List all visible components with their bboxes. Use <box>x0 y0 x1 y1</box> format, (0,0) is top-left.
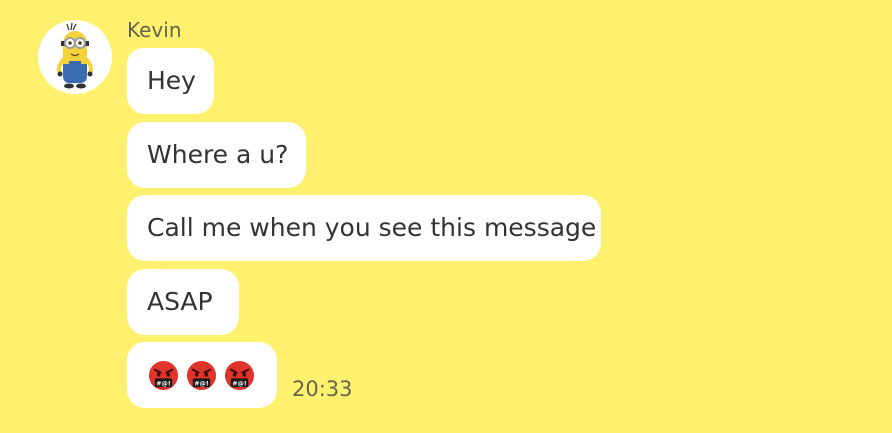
cursing-face-emoji-icon: #@! <box>148 360 179 390</box>
message-text: Call me when you see this message <box>147 213 597 242</box>
message-text: ASAP <box>147 287 213 316</box>
svg-text:#@!: #@! <box>194 379 208 387</box>
message-bubble[interactable]: Where a u? <box>127 122 306 188</box>
message-text: Where a u? <box>147 140 289 169</box>
svg-text:#@!: #@! <box>232 379 246 387</box>
sender-avatar[interactable] <box>38 20 112 94</box>
emoji-message-bubble[interactable]: #@! #@! #@! <box>127 342 277 408</box>
minion-avatar-icon <box>38 20 112 94</box>
cursing-face-emoji-icon: #@! <box>186 360 217 390</box>
message-timestamp: 20:33 <box>292 377 353 401</box>
message-bubble[interactable]: ASAP <box>127 269 239 335</box>
message-bubble[interactable]: Call me when you see this message <box>127 195 601 261</box>
message-text: Hey <box>147 66 196 95</box>
sender-name: Kevin <box>127 18 182 42</box>
message-bubble[interactable]: Hey <box>127 48 214 114</box>
svg-text:#@!: #@! <box>156 379 170 387</box>
cursing-face-emoji-icon: #@! <box>224 360 255 390</box>
